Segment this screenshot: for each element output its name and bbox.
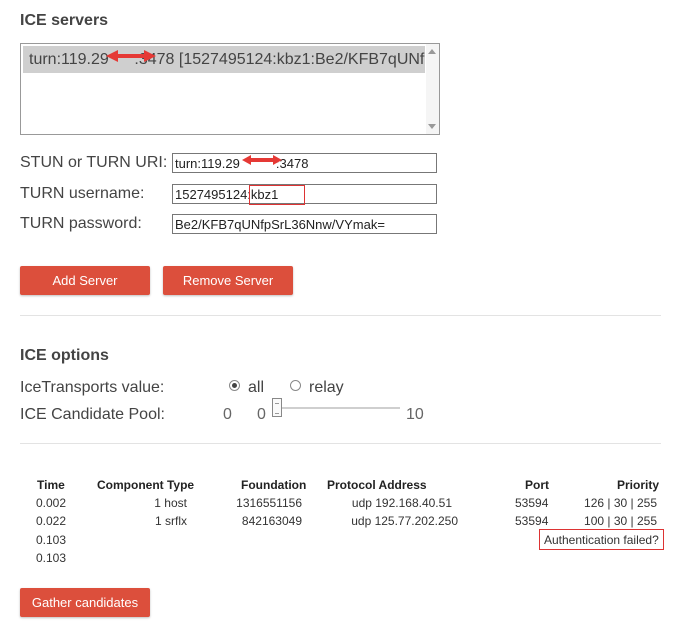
annotation-box — [539, 529, 664, 550]
candidate-pool-slider-track[interactable] — [282, 407, 400, 409]
cell-time: 0.103 — [36, 533, 67, 547]
cell-port: 53594 — [515, 496, 549, 510]
radio-all[interactable] — [229, 380, 240, 391]
header-priority: Priority — [617, 478, 660, 492]
scroll-up-arrow-icon[interactable] — [428, 49, 436, 54]
ice-options-title: ICE options — [20, 347, 109, 364]
cell-protocol-address: udp 125.77.202.250 — [351, 514, 458, 528]
add-server-button[interactable]: Add Server — [20, 266, 150, 295]
username-label: TURN username: — [20, 185, 145, 202]
radio-all-label[interactable]: all — [248, 379, 264, 397]
divider — [20, 443, 661, 444]
ice-server-list-item[interactable]: turn:119.29 :3478 [1527495124:kbz1:Be2/K… — [23, 46, 425, 73]
cell-component-type: 1 host — [154, 496, 187, 510]
ice-servers-title: ICE servers — [20, 12, 109, 29]
header-protocol-address: Protocol Address — [327, 478, 427, 492]
cell-foundation: 1316551156 — [236, 496, 302, 510]
cell-priority: 126 | 30 | 255 — [584, 496, 657, 510]
divider — [20, 315, 661, 316]
radio-relay[interactable] — [290, 380, 301, 391]
gather-candidates-button[interactable]: Gather candidates — [20, 588, 150, 617]
cell-time: 0.103 — [36, 551, 67, 565]
ice-transports-label: IceTransports value: — [20, 379, 165, 396]
redaction-arrow-icon — [242, 155, 282, 165]
header-foundation: Foundation — [241, 478, 307, 492]
cell-time: 0.002 — [36, 496, 67, 510]
cell-port: 53594 — [515, 514, 549, 528]
cell-priority: 100 | 30 | 255 — [584, 514, 657, 528]
cell-component-type: 1 srflx — [154, 514, 187, 528]
cell-foundation: 842163049 — [241, 514, 302, 528]
remove-server-button[interactable]: Remove Server — [163, 266, 293, 295]
cell-protocol-address: udp 192.168.40.51 — [351, 496, 452, 510]
candidate-pool-value: 0 — [223, 406, 232, 423]
radio-relay-label[interactable]: relay — [309, 379, 344, 397]
annotation-box — [249, 185, 305, 205]
candidate-pool-slider-thumb[interactable] — [272, 398, 282, 417]
uri-input[interactable] — [172, 153, 437, 173]
header-time: Time — [37, 478, 65, 492]
candidate-pool-label: ICE Candidate Pool: — [20, 406, 165, 423]
header-port: Port — [525, 478, 549, 492]
list-scrollbar[interactable] — [426, 44, 439, 134]
uri-label: STUN or TURN URI: — [20, 154, 168, 171]
slider-min-label: 0 — [257, 406, 266, 423]
password-input[interactable] — [172, 214, 437, 234]
ice-servers-list[interactable]: turn:119.29 :3478 [1527495124:kbz1:Be2/K… — [20, 43, 440, 135]
scroll-down-arrow-icon[interactable] — [428, 124, 436, 129]
slider-max-label: 10 — [406, 406, 424, 423]
cell-time: 0.022 — [36, 514, 67, 528]
header-component-type: Component Type — [97, 478, 195, 492]
redaction-arrow-icon — [106, 50, 156, 62]
password-label: TURN password: — [20, 215, 142, 232]
